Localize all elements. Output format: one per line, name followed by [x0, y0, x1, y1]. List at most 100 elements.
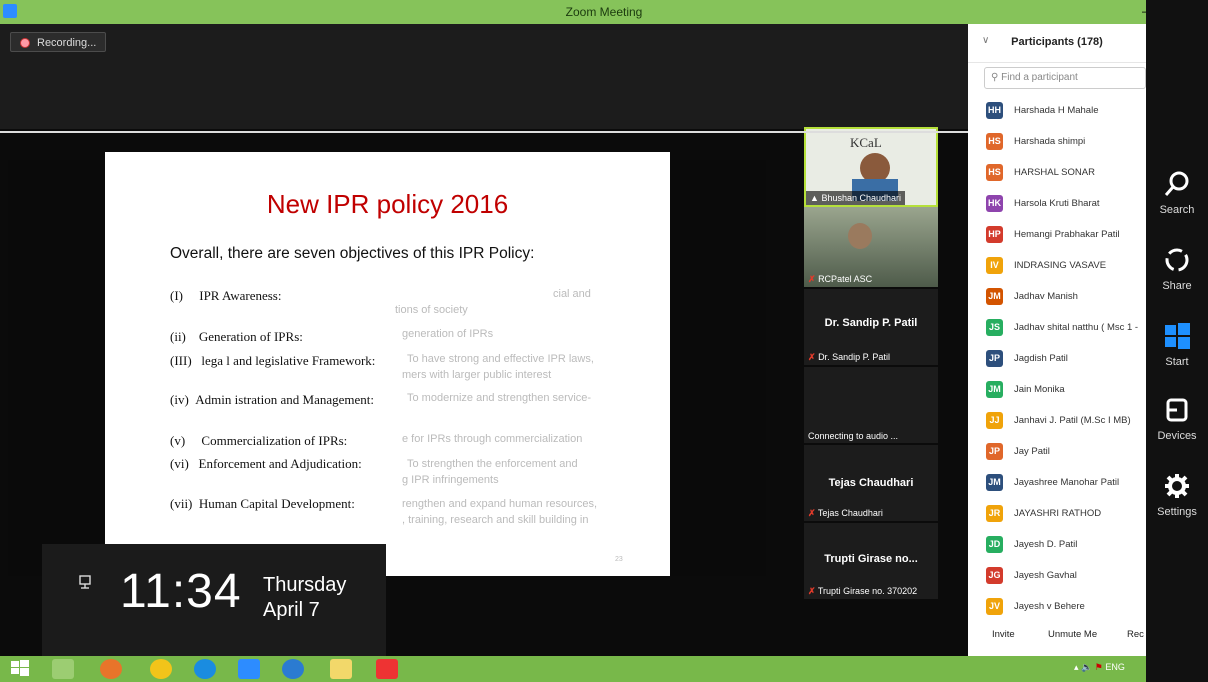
zoom-taskbar-icon[interactable] [238, 659, 260, 679]
clock-time: 11:34 [120, 565, 242, 618]
shared-slide: New IPR policy 2016 Overall, there are s… [105, 152, 670, 576]
participant-row[interactable]: JP Jay Patil [968, 436, 1146, 467]
participant-name: Harshada shimpi [1014, 136, 1086, 147]
participant-row[interactable]: JM Jain Monika [968, 374, 1146, 405]
avatar: HP [986, 226, 1003, 243]
participant-name: Jagdish Patil [1014, 353, 1068, 364]
unmute-me-button[interactable]: Unmute Me [1048, 624, 1097, 646]
participant-name: Hemangi Prabhakar Patil [1014, 229, 1120, 240]
objective-7: (vii) Human Capital Development: [170, 496, 355, 511]
charm-label: Start [1165, 356, 1189, 368]
charm-share[interactable]: Share [1146, 246, 1208, 292]
pdf-reader-taskbar-icon[interactable] [376, 659, 398, 679]
avatar: JS [986, 319, 1003, 336]
browser-taskbar-icon[interactable] [194, 659, 216, 679]
participant-row[interactable]: JD Jayesh D. Patil [968, 529, 1146, 560]
start-button[interactable] [10, 659, 32, 679]
video-tile[interactable]: Connecting to audio ... [804, 367, 938, 443]
meeting-view: Recording... New IPR policy 2016 Overall… [0, 24, 968, 656]
chrome-taskbar-icon[interactable] [150, 659, 172, 679]
file-explorer-taskbar-icon[interactable] [330, 659, 352, 679]
search-icon [1164, 171, 1189, 196]
video-tile[interactable]: ✗ RCPatel ASC [804, 207, 938, 287]
slide-page-number: 23 [615, 556, 623, 563]
record-button[interactable]: Rec [1127, 624, 1144, 646]
participant-row[interactable]: JJ Janhavi J. Patil (M.Sc I MB) [968, 405, 1146, 436]
video-tile[interactable]: KCaL ▲ Bhushan Chaudhari [804, 127, 938, 207]
participant-row[interactable]: JV Jayesh v Behere [968, 591, 1146, 622]
participant-name: Janhavi J. Patil (M.Sc I MB) [1014, 415, 1131, 426]
participant-row[interactable]: IV INDRASING VASAVE [968, 250, 1146, 281]
participant-row[interactable]: HS HARSHAL SONAR [968, 157, 1146, 188]
volume-icon[interactable]: 🔈 [1081, 662, 1092, 672]
participant-name: Jay Patil [1014, 446, 1050, 457]
paint-taskbar-icon[interactable] [52, 659, 74, 679]
avatar: JM [986, 288, 1003, 305]
avatar: IV [986, 257, 1003, 274]
avatar: JR [986, 505, 1003, 522]
top-band [0, 24, 968, 129]
logo-text: KCaL [850, 135, 882, 150]
charm-devices[interactable]: Devices [1146, 396, 1208, 442]
language-indicator[interactable]: ENG [1105, 662, 1125, 672]
devices-icon [1166, 398, 1188, 422]
avatar: JD [986, 536, 1003, 553]
slide-faded-text: tions of society [395, 304, 468, 316]
objective-5: (v) Commercialization of IPRs: [170, 433, 348, 448]
video-tile[interactable]: Trupti Girase no... ✗ Trupti Girase no. … [804, 523, 938, 599]
chevron-up-icon[interactable]: ▴ [1074, 662, 1079, 672]
system-tray[interactable]: ▴ 🔈 ⚑ ENG [1074, 662, 1125, 673]
slide-faded-text: To strengthen the enforcement and [407, 458, 578, 470]
flag-icon[interactable]: ⚑ [1095, 662, 1103, 672]
participant-search-input[interactable]: ⚲ Find a participant [984, 67, 1146, 89]
ie-taskbar-icon[interactable] [282, 659, 304, 679]
participant-name: Jayesh D. Patil [1014, 539, 1078, 550]
participant-name: Harsola Kruti Bharat [1014, 198, 1100, 209]
video-name-bar: ✗ Dr. Sandip P. Patil [804, 350, 894, 365]
slide-faded-text: , training, research and skill building … [402, 514, 589, 526]
window-titlebar: Zoom Meeting – [0, 0, 1208, 24]
video-participant-name: Bhushan Chaudhari [821, 193, 901, 203]
zoom-app-icon [3, 4, 17, 18]
objective-4: (iv) Admin istration and Management: [170, 392, 374, 407]
video-center-name: Trupti Girase no... [824, 553, 918, 565]
participant-row[interactable]: JM Jadhav Manish [968, 281, 1146, 312]
invite-button[interactable]: Invite [992, 624, 1015, 646]
charm-start[interactable]: Start [1146, 322, 1208, 368]
objective-6: (vi) Enforcement and Adjudication: [170, 456, 362, 471]
video-name-bar: Connecting to audio ... [804, 429, 902, 443]
participant-row[interactable]: JS Jadhav shital natthu ( Msc 1 - [968, 312, 1146, 343]
video-participant-name: Trupti Girase no. 370202 [817, 586, 918, 596]
slide-title: New IPR policy 2016 [266, 189, 509, 219]
participant-name: JAYASHRI RATHOD [1014, 508, 1102, 519]
video-status-text: Connecting to audio ... [808, 431, 899, 441]
participant-row[interactable]: JM Jayashree Manohar Patil [968, 467, 1146, 498]
participant-row[interactable]: HH Harshada H Mahale [968, 95, 1146, 126]
charm-settings[interactable]: Settings [1146, 472, 1208, 518]
participant-row[interactable]: HP Hemangi Prabhakar Patil [968, 219, 1146, 250]
participant-row[interactable]: JR JAYASHRI RATHOD [968, 498, 1146, 529]
participant-name: Jadhav shital natthu ( Msc 1 - [1014, 322, 1139, 333]
video-participant-name: Tejas Chaudhari [817, 508, 883, 518]
charm-label: Settings [1157, 506, 1197, 518]
participant-row[interactable]: HS Harshada shimpi [968, 126, 1146, 157]
firefox-taskbar-icon[interactable] [100, 659, 122, 679]
participant-name: INDRASING VASAVE [1014, 260, 1107, 271]
charm-search[interactable]: Search [1146, 170, 1208, 216]
gear-icon [1165, 474, 1189, 498]
participant-row[interactable]: JP Jagdish Patil [968, 343, 1146, 374]
recording-label: Recording... [37, 37, 97, 49]
video-tile[interactable]: Dr. Sandip P. Patil ✗ Dr. Sandip P. Pati… [804, 289, 938, 365]
participant-name: Jadhav Manish [1014, 291, 1078, 302]
participant-row[interactable]: HK Harsola Kruti Bharat [968, 188, 1146, 219]
avatar: JM [986, 381, 1003, 398]
video-center-name: Tejas Chaudhari [828, 477, 914, 489]
video-tile[interactable]: Tejas Chaudhari ✗ Tejas Chaudhari [804, 445, 938, 521]
recording-indicator[interactable]: Recording... [10, 32, 106, 52]
avatar: HS [986, 133, 1003, 150]
participants-footer: Invite Unmute Me Rec [968, 624, 1146, 646]
charm-label: Share [1162, 280, 1192, 292]
slide-faded-text: rengthen and expand human resources, [402, 498, 598, 510]
participant-row[interactable]: JG Jayesh Gavhal [968, 560, 1146, 591]
window-title: Zoom Meeting [565, 5, 643, 19]
